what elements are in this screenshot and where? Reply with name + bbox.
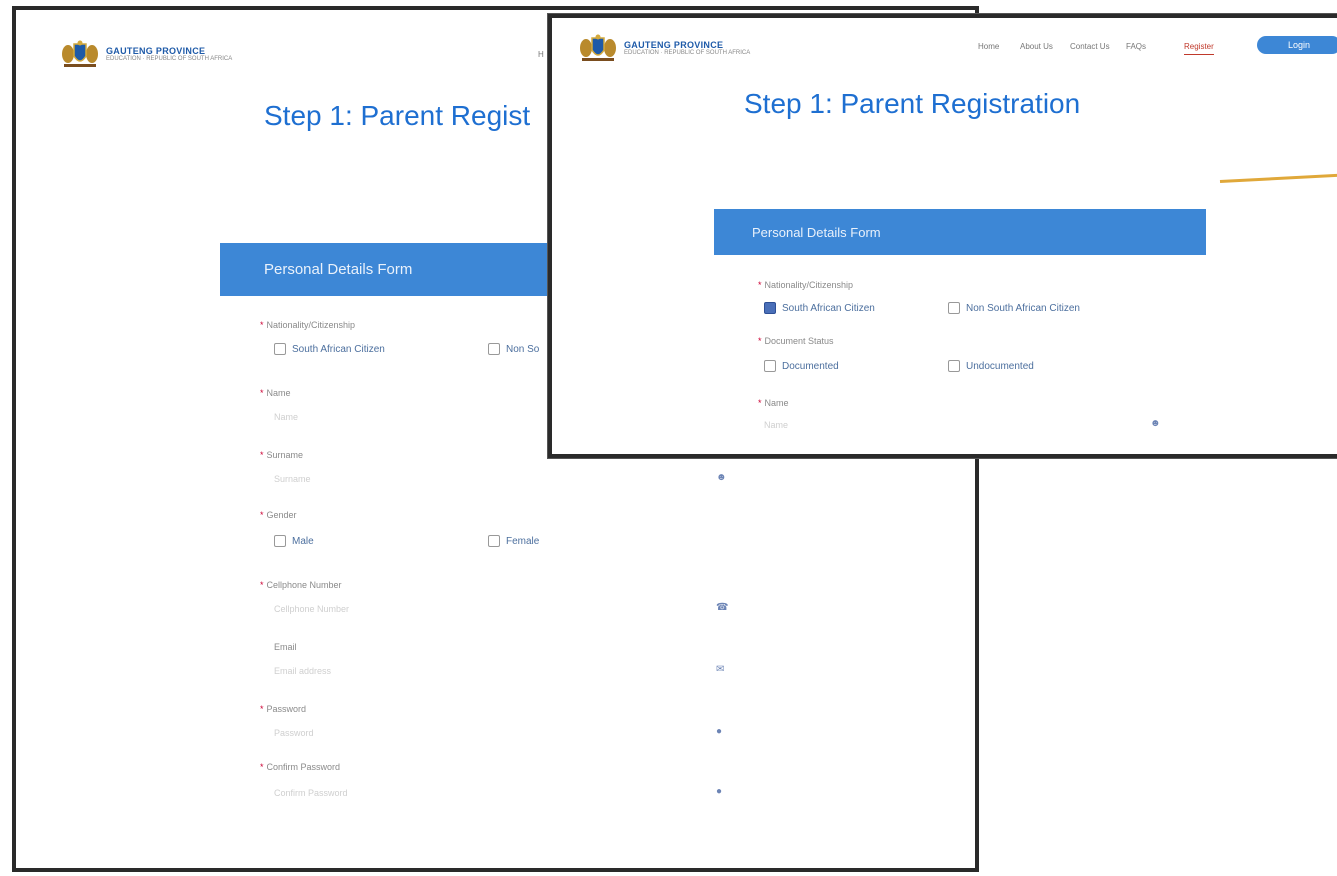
nationality-label: * Nationality/Citizenship bbox=[260, 320, 356, 330]
radio-non-south-african[interactable]: Non So bbox=[488, 343, 539, 355]
password-label: * Password bbox=[260, 704, 307, 714]
form-header: Personal Details Form bbox=[714, 209, 1206, 255]
checkbox[interactable] bbox=[764, 360, 776, 372]
brand-subtitle: EDUCATION · REPUBLIC OF SOUTH AFRICA bbox=[624, 50, 751, 56]
checkbox[interactable] bbox=[274, 343, 286, 355]
nav-contact-us[interactable]: Contact Us bbox=[1070, 42, 1110, 51]
nav-home-partial[interactable]: H bbox=[538, 50, 544, 59]
brand-subtitle: EDUCATION · REPUBLIC OF SOUTH AFRICA bbox=[106, 56, 233, 62]
lock-icon: ● bbox=[716, 726, 723, 737]
mail-icon: ✉ bbox=[716, 664, 725, 675]
coat-of-arms-icon bbox=[578, 34, 618, 62]
brand-name: GAUTENG PROVINCE bbox=[106, 46, 206, 56]
email-input[interactable]: Email address bbox=[274, 666, 331, 676]
cellphone-input[interactable]: Cellphone Number bbox=[274, 604, 349, 614]
person-icon: ☻ bbox=[716, 472, 727, 483]
checkbox[interactable] bbox=[274, 535, 286, 547]
lock-icon: ● bbox=[716, 786, 723, 797]
page-title: Step 1: Parent Regist bbox=[264, 100, 531, 131]
surname-label: * Surname bbox=[260, 450, 304, 460]
brand-logo[interactable]: GAUTENG PROVINCE EDUCATION · REPUBLIC OF… bbox=[578, 34, 750, 62]
checkbox[interactable] bbox=[488, 535, 500, 547]
nav-home[interactable]: Home bbox=[978, 42, 999, 51]
confirm-password-input[interactable]: Confirm Password bbox=[274, 788, 348, 798]
confirm-password-label: * Confirm Password bbox=[260, 762, 341, 772]
form-header-label: Personal Details Form bbox=[752, 224, 881, 240]
checkbox[interactable] bbox=[488, 343, 500, 355]
name-label: * Name bbox=[260, 388, 291, 398]
nav-register[interactable]: Register bbox=[1184, 42, 1214, 55]
name-input[interactable]: Name bbox=[764, 420, 788, 430]
cellphone-label: * Cellphone Number bbox=[260, 580, 342, 590]
gender-label: * Gender bbox=[260, 510, 297, 520]
password-input[interactable]: Password bbox=[274, 728, 314, 738]
checkbox-checked[interactable] bbox=[764, 302, 776, 314]
radio-female[interactable]: Female bbox=[488, 535, 539, 547]
coat-of-arms-icon bbox=[60, 40, 100, 68]
nav-faqs[interactable]: FAQs bbox=[1126, 42, 1146, 51]
nav-about-us[interactable]: About Us bbox=[1020, 42, 1053, 51]
brand-logo[interactable]: GAUTENG PROVINCE EDUCATION · REPUBLIC OF… bbox=[60, 40, 232, 68]
radio-male[interactable]: Male bbox=[274, 535, 314, 547]
radio-south-african[interactable]: South African Citizen bbox=[764, 302, 875, 314]
radio-non-south-african[interactable]: Non South African Citizen bbox=[948, 302, 1080, 314]
nationality-label: * Nationality/Citizenship bbox=[758, 280, 854, 290]
phone-icon: ☎ bbox=[716, 602, 729, 613]
surname-input[interactable]: Surname bbox=[274, 474, 311, 484]
name-input[interactable]: Name bbox=[274, 412, 298, 422]
radio-undocumented[interactable]: Undocumented bbox=[948, 360, 1034, 372]
name-label: * Name bbox=[758, 398, 789, 408]
page-title: Step 1: Parent Registration bbox=[744, 88, 1081, 119]
radio-documented[interactable]: Documented bbox=[764, 360, 839, 372]
checkbox[interactable] bbox=[948, 360, 960, 372]
brand-name: GAUTENG PROVINCE bbox=[624, 40, 724, 50]
login-button[interactable]: Login bbox=[1257, 36, 1337, 54]
checkbox[interactable] bbox=[948, 302, 960, 314]
radio-south-african[interactable]: South African Citizen bbox=[274, 343, 385, 355]
email-label: Email bbox=[274, 642, 297, 652]
form-header-label: Personal Details Form bbox=[264, 261, 413, 278]
person-icon: ☻ bbox=[1150, 418, 1161, 429]
document-status-label: * Document Status bbox=[758, 336, 834, 346]
decorative-underline bbox=[1219, 172, 1337, 183]
front-screenshot: GAUTENG PROVINCE EDUCATION · REPUBLIC OF… bbox=[548, 14, 1337, 458]
